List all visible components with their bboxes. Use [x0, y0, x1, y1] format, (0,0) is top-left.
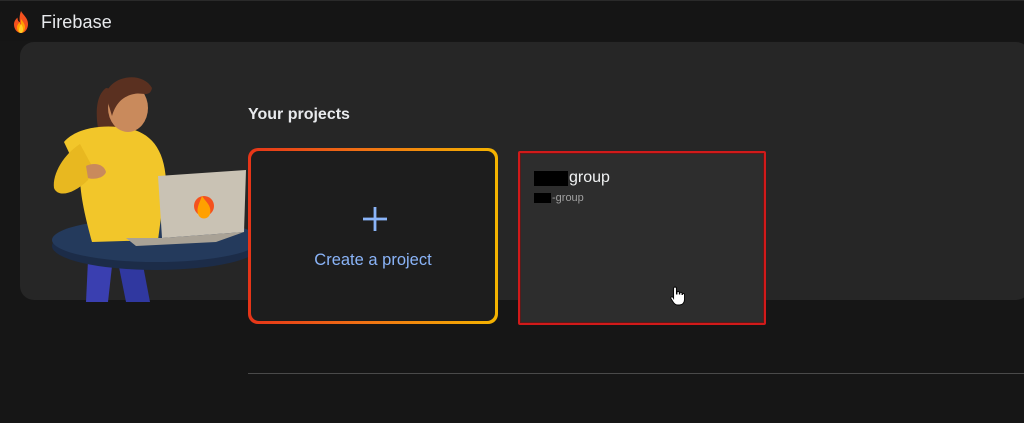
top-bar: Firebase: [0, 0, 1024, 41]
project-id: -group: [534, 192, 584, 204]
project-id-text: -group: [552, 192, 584, 204]
project-card[interactable]: group -group: [518, 151, 766, 325]
app-name: Firebase: [41, 11, 112, 32]
hand-pointer-icon: [670, 286, 685, 306]
redacted-block: [534, 193, 551, 203]
your-projects-heading: Your projects: [248, 106, 350, 123]
redacted-block: [534, 170, 568, 186]
firebase-brand[interactable]: Firebase: [10, 9, 112, 35]
project-name-text: group: [569, 169, 610, 186]
create-project-card-body: Create a project: [251, 151, 495, 321]
create-project-button[interactable]: Create a project: [248, 148, 498, 324]
firebase-flame-icon: [14, 11, 28, 33]
firebase-console: Firebase Your projects Create a project …: [0, 0, 1024, 423]
section-divider: [248, 373, 1024, 374]
create-project-label: Create a project: [314, 251, 432, 269]
project-name: group: [534, 169, 610, 187]
developer-illustration: [52, 77, 256, 302]
plus-icon: [363, 207, 387, 231]
